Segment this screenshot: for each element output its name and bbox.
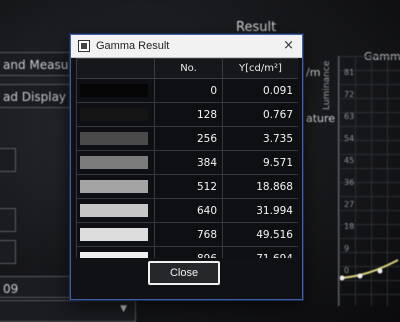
dialog-titlebar[interactable]: Gamma Result × bbox=[71, 35, 302, 58]
gray-level-no: 128 bbox=[154, 102, 223, 127]
background-field-1[interactable] bbox=[0, 148, 16, 172]
luminance-value: 71.694 bbox=[222, 246, 298, 258]
gray-level-swatch bbox=[80, 204, 148, 217]
gray-level-no: 256 bbox=[154, 126, 223, 151]
gamma-result-table: No. Y[cd/m²] 0 0.091 128 0.767 256 3.735 384 9.… bbox=[76, 58, 298, 258]
table-row: 384 9.571 bbox=[76, 150, 298, 175]
table-row: 512 18.868 bbox=[76, 174, 298, 199]
swatch-cell bbox=[76, 102, 155, 127]
result-label: Result bbox=[236, 20, 277, 35]
table-row: 128 0.767 bbox=[76, 102, 298, 127]
cdm-fragment-label: /m bbox=[306, 66, 321, 79]
temperature-fragment-label: ature bbox=[306, 112, 336, 125]
gray-level-no: 0 bbox=[154, 78, 223, 103]
luminance-value: 18.868 bbox=[222, 174, 298, 199]
gray-level-swatch bbox=[80, 156, 148, 169]
column-header-no: No. bbox=[154, 58, 223, 79]
load-display-settings-button[interactable]: ad Display Set bbox=[0, 84, 70, 108]
column-header-luminance: Y[cd/m²] bbox=[222, 58, 298, 79]
luminance-value: 49.516 bbox=[222, 222, 298, 247]
table-row: 640 31.994 bbox=[76, 198, 298, 223]
background-field-4[interactable]: 09 bbox=[0, 276, 70, 298]
table-row: 89671.694 bbox=[76, 246, 298, 258]
gamma-chart-tick-label: 54 bbox=[344, 134, 355, 143]
gray-level-swatch bbox=[80, 108, 148, 121]
measure-button[interactable]: and Measure bbox=[0, 52, 70, 76]
gray-level-no: 896 bbox=[154, 246, 223, 258]
background-field-3[interactable] bbox=[0, 240, 16, 264]
gamma-curve bbox=[340, 259, 399, 281]
swatch-cell bbox=[76, 126, 155, 151]
luminance-value: 9.571 bbox=[222, 150, 298, 175]
swatch-cell bbox=[76, 78, 155, 103]
gamma-chart-tick-label: 45 bbox=[344, 156, 355, 165]
gamma-curve-point bbox=[340, 275, 345, 281]
dialog-title: Gamma Result bbox=[96, 40, 170, 52]
swatch-cell bbox=[76, 246, 155, 258]
close-button[interactable]: Close bbox=[148, 261, 220, 285]
gray-level-no: 768 bbox=[154, 222, 223, 247]
gray-level-no: 640 bbox=[154, 198, 223, 223]
column-header-swatch bbox=[76, 58, 155, 79]
close-icon[interactable]: × bbox=[283, 38, 294, 54]
swatch-cell bbox=[76, 150, 155, 175]
gamma-chart-tick-label: 36 bbox=[344, 178, 355, 187]
gamma-chart-ylabel: Luminance bbox=[322, 60, 332, 110]
gamma-curve-line bbox=[341, 259, 399, 279]
gamma-chart-tick-label: 72 bbox=[344, 90, 355, 99]
background-field-2[interactable] bbox=[0, 208, 16, 232]
gray-level-no: 512 bbox=[154, 174, 223, 199]
gamma-chart-tick-label: 81 bbox=[344, 68, 355, 77]
screen: Result and Measure ad Display Set 09 ▼ /… bbox=[0, 0, 400, 322]
gray-level-swatch bbox=[80, 228, 148, 241]
swatch-cell bbox=[76, 198, 155, 223]
gray-level-swatch bbox=[80, 84, 148, 97]
luminance-value: 0.091 bbox=[222, 78, 298, 103]
luminance-value: 3.735 bbox=[222, 126, 298, 151]
gamma-result-dialog: Gamma Result × No. Y[cd/m²] 0 0.091 128 0.7… bbox=[70, 34, 303, 300]
gamma-curve-point bbox=[357, 273, 363, 279]
luminance-value: 31.994 bbox=[222, 198, 298, 223]
gray-level-swatch bbox=[80, 252, 148, 258]
gray-level-no: 384 bbox=[154, 150, 223, 175]
gamma-chart-tick-label: 63 bbox=[344, 112, 355, 121]
luminance-value: 0.767 bbox=[222, 102, 298, 127]
table-row: 256 3.735 bbox=[76, 126, 298, 151]
background-dropdown[interactable]: ▼ bbox=[0, 300, 136, 322]
gray-level-swatch bbox=[80, 132, 148, 145]
gamma-chart-tick-label: 18 bbox=[344, 222, 355, 231]
table-header-row: No. Y[cd/m²] bbox=[76, 58, 298, 79]
chevron-down-icon: ▼ bbox=[120, 304, 127, 314]
gray-level-swatch bbox=[80, 180, 148, 193]
app-icon bbox=[78, 40, 90, 52]
gamma-chart-tick-label: 27 bbox=[344, 200, 355, 209]
swatch-cell bbox=[76, 174, 155, 199]
table-row: 0 0.091 bbox=[76, 78, 298, 103]
table-row: 768 49.516 bbox=[76, 222, 298, 247]
gamma-curve-point bbox=[377, 268, 383, 274]
swatch-cell bbox=[76, 222, 155, 247]
